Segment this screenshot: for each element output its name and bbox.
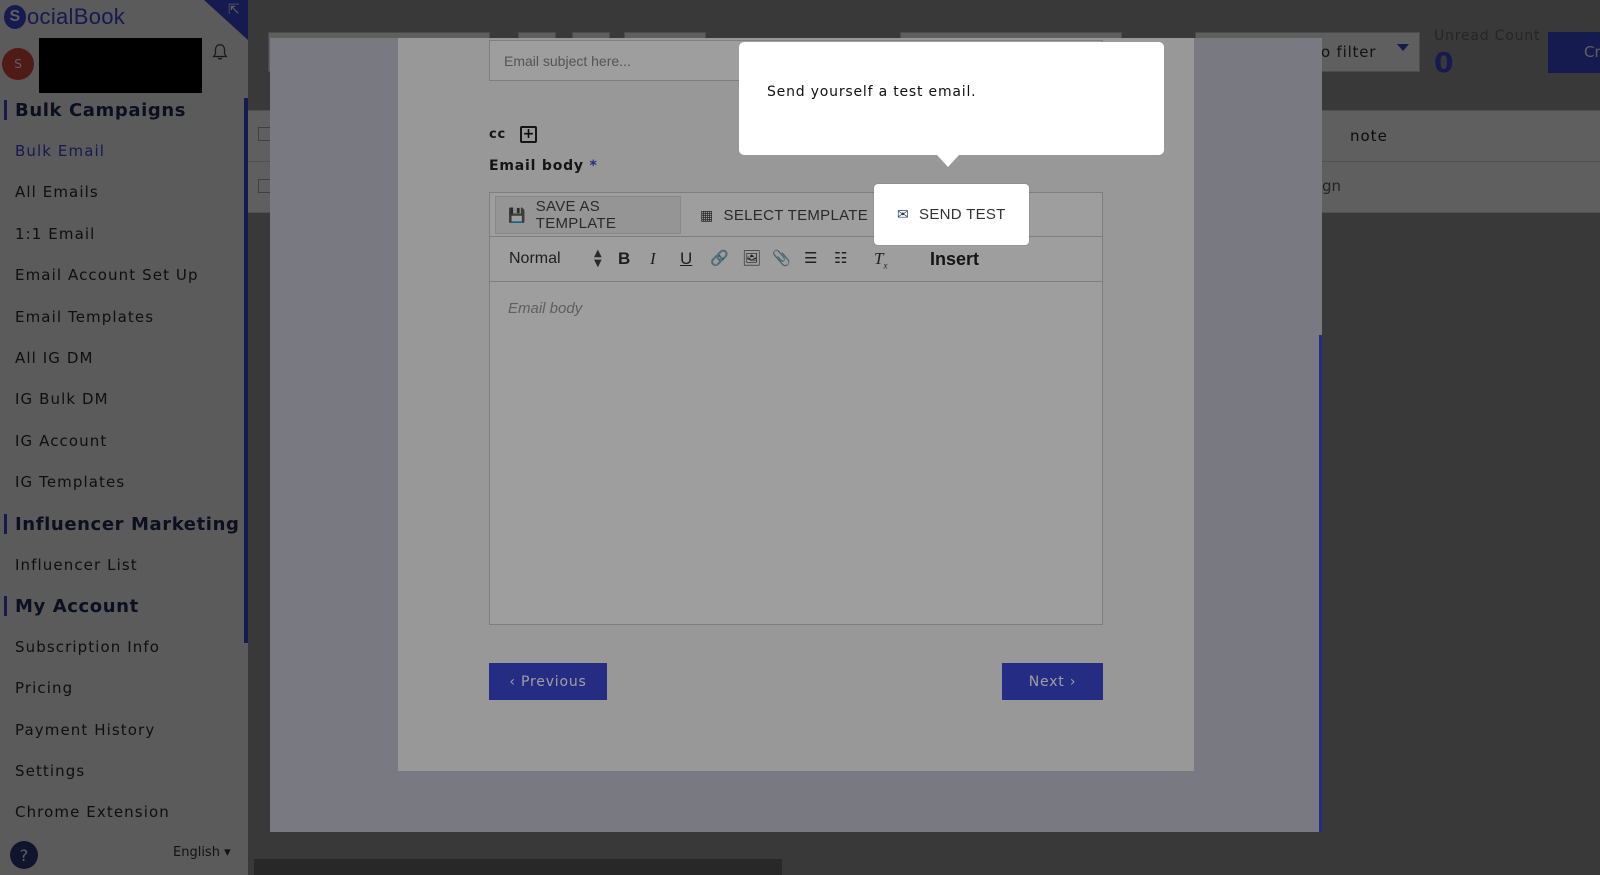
bold-icon[interactable]: B xyxy=(618,249,630,269)
grid-icon: ▦ xyxy=(700,206,714,223)
previous-button[interactable]: ‹ Previous xyxy=(489,663,607,700)
tour-tooltip: Send yourself a test email. xyxy=(739,42,1164,167)
attachment-icon[interactable]: 📎 xyxy=(772,249,791,268)
save-as-template-button[interactable]: 💾 SAVE AS TEMPLATE xyxy=(495,196,681,234)
insert-menu[interactable]: Insert xyxy=(930,249,979,270)
email-body-label-text: Email body xyxy=(489,158,584,174)
image-icon[interactable]: 🖼 xyxy=(742,249,761,268)
save-as-template-label: SAVE AS TEMPLATE xyxy=(535,198,617,232)
updown-caret-icon: ▲ ▼ xyxy=(594,248,602,269)
email-body-editor[interactable]: 💾 SAVE AS TEMPLATE ▦ SELECT TEMPLATE Nor… xyxy=(489,192,1103,625)
ordered-list-icon[interactable]: ☰ xyxy=(804,249,817,268)
modal-scrollbar[interactable] xyxy=(1319,335,1322,832)
italic-icon[interactable]: I xyxy=(650,249,656,269)
floppy-disk-icon: 💾 xyxy=(508,206,526,223)
select-template-button[interactable]: ▦ SELECT TEMPLATE xyxy=(700,196,868,234)
send-test-button[interactable]: ✉ SEND TEST xyxy=(897,203,1006,225)
bullet-list-icon[interactable]: ☷ xyxy=(834,249,847,268)
tour-tooltip-text: Send yourself a test email. xyxy=(767,84,977,100)
email-body-label: Email body * xyxy=(489,158,598,174)
link-icon[interactable]: 🔗 xyxy=(710,249,729,268)
select-template-label: SELECT TEMPLATE xyxy=(723,206,869,224)
underline-icon[interactable]: U xyxy=(680,249,692,269)
text-style-select[interactable]: Normal xyxy=(509,250,561,268)
clear-format-icon[interactable]: Tx xyxy=(874,249,887,270)
email-body-placeholder: Email body xyxy=(508,300,583,317)
send-test-label: SEND TEST xyxy=(919,205,1006,223)
required-mark: * xyxy=(589,158,598,174)
envelope-icon: ✉ xyxy=(897,205,910,222)
add-cc-icon[interactable]: + xyxy=(520,126,537,143)
cc-label: cc xyxy=(489,127,507,142)
next-button[interactable]: Next › xyxy=(1002,663,1103,700)
